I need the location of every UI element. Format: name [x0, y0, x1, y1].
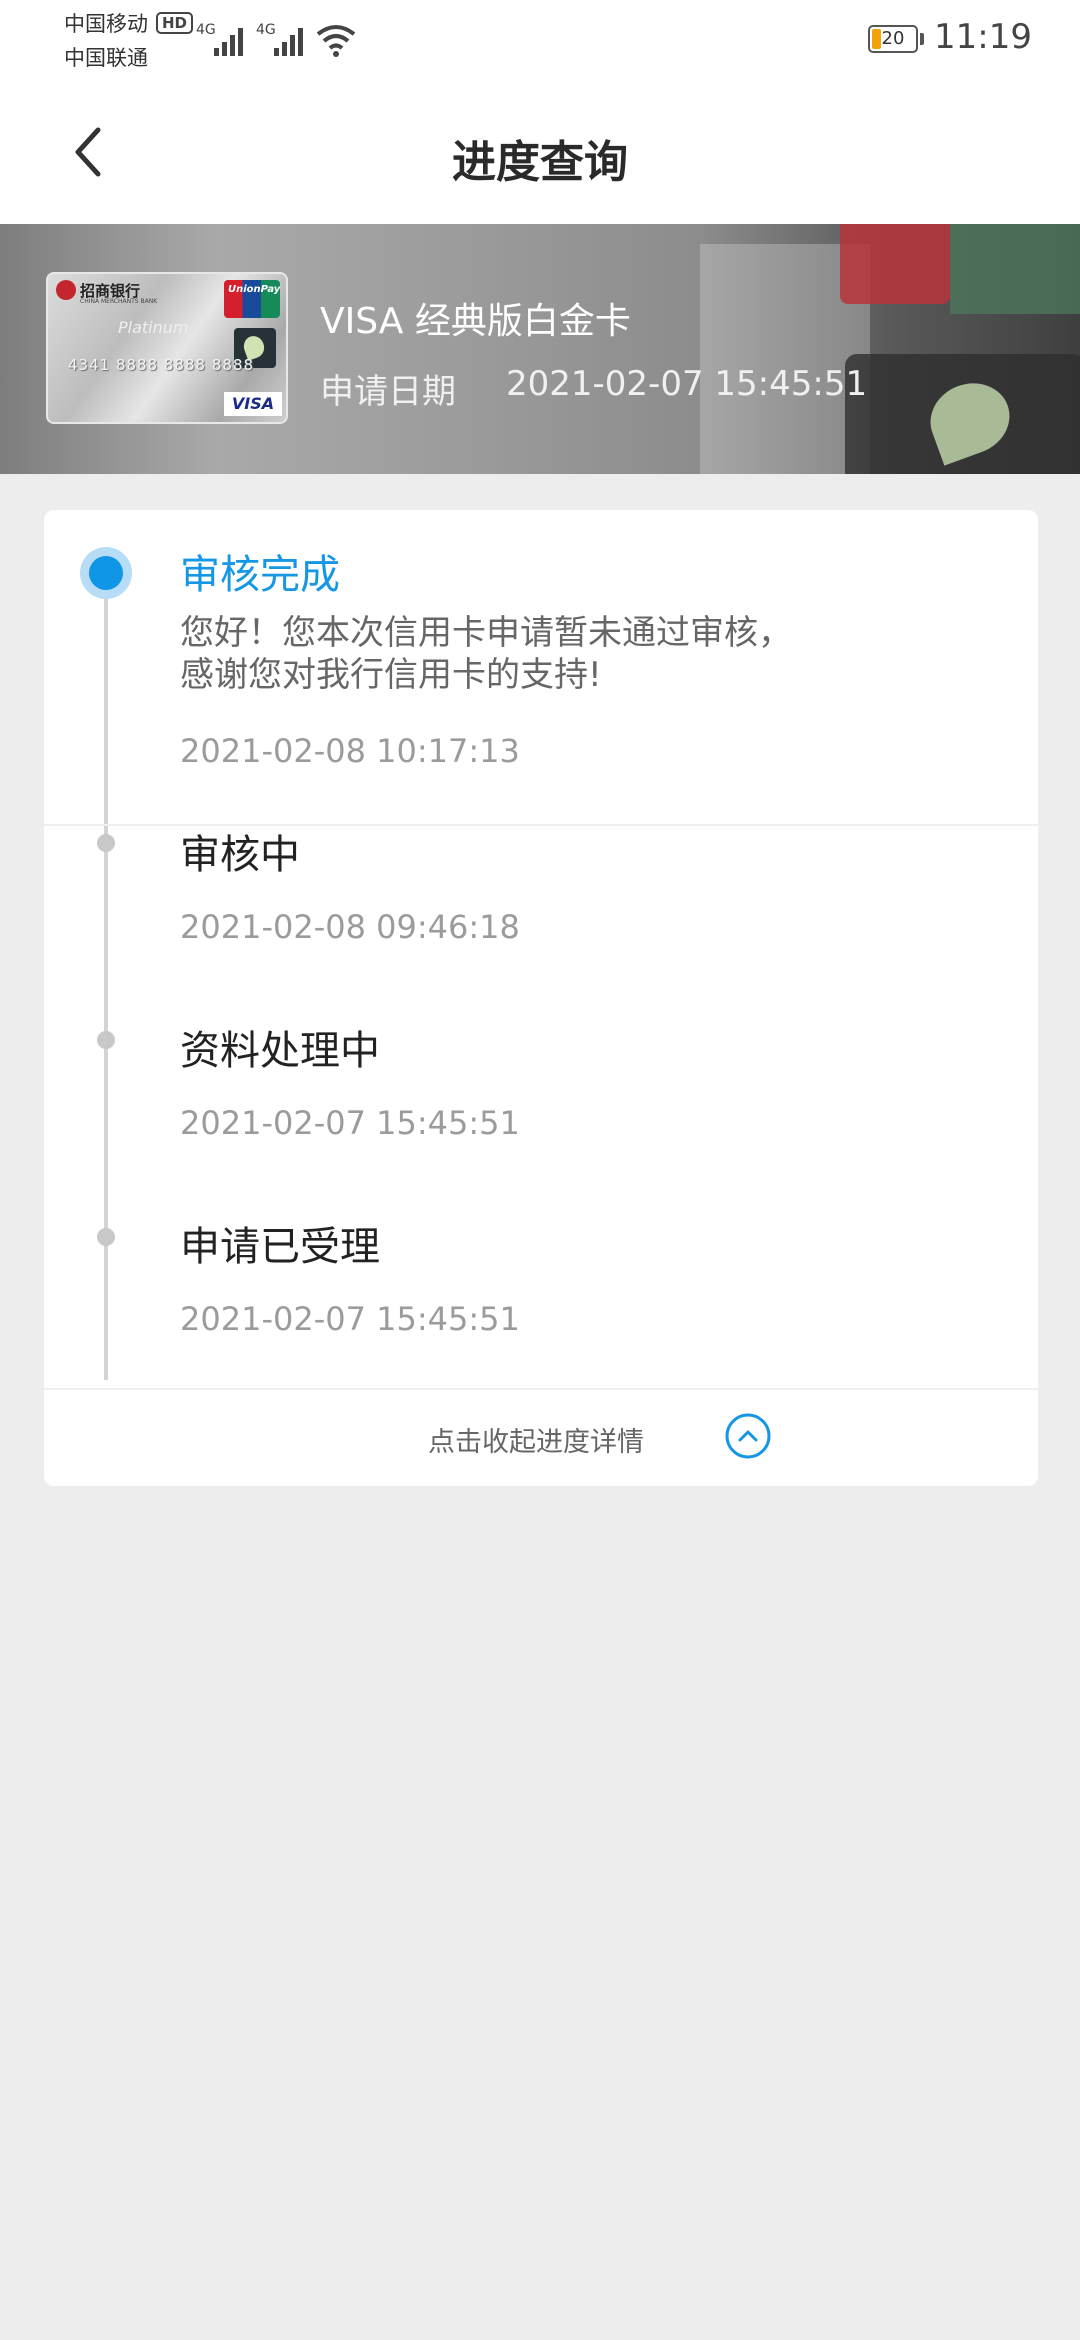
step-time: 2021-02-08 09:46:18	[180, 908, 520, 946]
status-clock: 11:19	[934, 17, 1032, 57]
collapse-progress-button[interactable]: 点击收起进度详情	[44, 1390, 1038, 1486]
battery-level: 20	[881, 28, 905, 49]
credit-card-image: 招商银行 CHINA MERCHANTS BANK UnionPay Plati…	[46, 272, 288, 424]
step-time: 2021-02-07 15:45:51	[180, 1104, 520, 1142]
carrier-name-2: 中国联通	[64, 46, 148, 70]
apply-date-value: 2021-02-07 15:45:51	[506, 364, 868, 404]
banner-background-shape	[950, 224, 1080, 314]
card-banner: 招商银行 CHINA MERCHANTS BANK UnionPay Plati…	[0, 224, 1080, 474]
timeline-dot	[97, 1228, 115, 1246]
card-platinum-text: Platinum	[118, 318, 189, 337]
nav-bar: 进度查询	[0, 80, 1080, 224]
step-title-reviewing: 审核中	[180, 832, 300, 878]
step-title-review-complete: 审核完成	[180, 552, 340, 598]
bank-logo-icon	[56, 280, 76, 300]
timeline-dot	[97, 834, 115, 852]
timeline-dot-active	[80, 547, 132, 599]
collapse-progress-label: 点击收起进度详情	[428, 1427, 644, 1458]
signal-icon: 4G	[196, 22, 243, 56]
hd-badge: HD	[156, 12, 194, 34]
timeline-line	[104, 560, 108, 1380]
step-time: 2021-02-07 15:45:51	[180, 1300, 520, 1338]
progress-card: 审核完成 您好！您本次信用卡申请暂未通过审核，感谢您对我行信用卡的支持! 202…	[44, 510, 1038, 1486]
step-title-processing: 资料处理中	[180, 1028, 380, 1074]
step-title-accepted: 申请已受理	[180, 1224, 380, 1270]
unionpay-label: UnionPay	[228, 284, 281, 295]
carrier-name-1: 中国移动	[64, 12, 148, 36]
card-number: 4341 8888 8888 8888	[68, 356, 254, 374]
signal-icon: 4G	[256, 22, 303, 56]
page-title: 进度查询	[452, 137, 628, 188]
card-bank-name-en: CHINA MERCHANTS BANK	[80, 298, 158, 305]
step-message: 您好！您本次信用卡申请暂未通过审核，感谢您对我行信用卡的支持!	[180, 613, 792, 695]
card-name: VISA 经典版白金卡	[320, 301, 631, 342]
visa-logo: VISA	[224, 392, 282, 416]
battery-icon: 20	[868, 25, 918, 53]
battery-tip	[920, 33, 924, 45]
wifi-icon	[314, 22, 358, 62]
timeline-dot	[97, 1031, 115, 1049]
step-time: 2021-02-08 10:17:13	[180, 732, 520, 770]
apply-date-label: 申请日期	[320, 372, 456, 412]
chevron-up-circle-icon	[725, 1413, 771, 1459]
unionpay-logo: UnionPay	[224, 280, 280, 318]
banner-background-shape	[840, 224, 950, 304]
status-bar: 中国移动 中国联通 HD 4G 4G 20 11:19	[0, 0, 1080, 80]
